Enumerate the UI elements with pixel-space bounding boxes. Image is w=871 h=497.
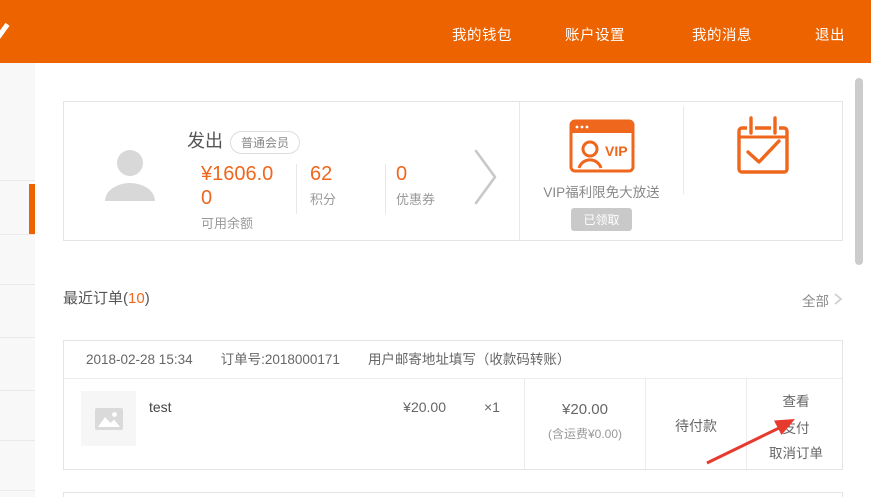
recent-orders-count: 10 <box>128 290 145 307</box>
top-header: 我的钱包 账户设置 我的消息 退出 <box>0 0 871 63</box>
sidebar[interactable] <box>0 63 35 497</box>
points-value: 62 <box>310 162 336 186</box>
vip-icon-text: VIP <box>605 143 628 159</box>
item-unit-price: ¥20.00 <box>374 399 446 415</box>
member-level-badge: 普通会员 <box>230 131 300 154</box>
nav-account-settings[interactable]: 账户设置 <box>565 24 625 45</box>
page: 我的钱包 账户设置 我的消息 退出 发出 普通会员 ¥1606.00 可用余额 … <box>0 0 871 497</box>
sidebar-divider <box>0 180 35 181</box>
sidebar-active-indicator <box>29 184 35 234</box>
balance-value: ¥1606.00 <box>201 162 277 210</box>
order-note: 用户邮寄地址填写（收款码转账） <box>368 352 571 367</box>
signin-panel <box>684 102 842 240</box>
balance-label: 可用余额 <box>201 213 277 232</box>
order-status: 待付款 <box>646 416 746 436</box>
all-orders-link[interactable]: 全部 <box>802 290 829 310</box>
coupons-value: 0 <box>396 162 435 186</box>
order-card: 2018-02-28 15:34 订单号:2018000171 用户邮寄地址填写（收… <box>63 340 843 470</box>
nav-my-messages[interactable]: 我的消息 <box>692 24 752 45</box>
coupons-label: 优惠券 <box>396 189 435 208</box>
username: 发出 <box>187 127 223 153</box>
recent-orders-title: 最近订单(10) <box>63 287 150 308</box>
sidebar-divider <box>0 390 35 391</box>
order-header: 2018-02-28 15:34 订单号:2018000171 用户邮寄地址填写（收… <box>64 341 842 379</box>
nav-my-wallet[interactable]: 我的钱包 <box>452 24 512 45</box>
order-number: 订单号:2018000171 <box>221 352 340 367</box>
next-order-card-partial <box>63 492 843 497</box>
recent-orders-title-prefix: 最近订单( <box>63 290 128 307</box>
nav-logout[interactable]: 退出 <box>815 24 845 45</box>
sidebar-divider <box>0 337 35 338</box>
image-placeholder-icon <box>95 408 123 430</box>
avatar[interactable] <box>101 143 159 201</box>
points-stat[interactable]: 62 积分 <box>310 162 336 208</box>
stat-divider <box>296 164 297 214</box>
vip-claimed-badge[interactable]: 已领取 <box>571 208 631 231</box>
action-view-link[interactable]: 查看 <box>747 390 845 410</box>
item-quantity: ×1 <box>484 399 500 415</box>
sidebar-divider <box>0 490 35 491</box>
action-pay-link[interactable]: 支付 <box>747 417 845 437</box>
vip-promo-icon[interactable]: VIP <box>520 118 683 176</box>
points-label: 积分 <box>310 189 336 208</box>
scrollbar-thumb[interactable] <box>855 78 863 265</box>
sidebar-divider <box>0 440 35 441</box>
chevron-right-small-icon[interactable] <box>833 292 843 306</box>
sidebar-divider <box>0 284 35 285</box>
stat-divider <box>385 164 386 214</box>
calendar-check-icon[interactable] <box>684 114 842 183</box>
recent-orders-title-suffix: ) <box>145 290 150 307</box>
coupons-stat[interactable]: 0 优惠券 <box>396 162 435 208</box>
vip-promo-title: VIP福利限免大放送 <box>520 181 683 201</box>
vip-promo-panel: VIP VIP福利限免大放送 已领取 <box>520 102 683 240</box>
order-time: 2018-02-28 15:34 <box>86 352 193 367</box>
chevron-right-icon[interactable] <box>473 148 499 206</box>
user-summary-card: 发出 普通会员 ¥1606.00 可用余额 62 积分 0 优惠券 <box>63 101 843 241</box>
sidebar-divider <box>0 234 35 235</box>
order-total: ¥20.00 <box>525 401 645 418</box>
action-cancel-order-link[interactable]: 取消订单 <box>747 442 845 462</box>
cell-divider <box>524 379 525 469</box>
logo-fragment-icon <box>0 23 10 45</box>
item-name[interactable]: test <box>149 399 172 415</box>
item-thumbnail[interactable] <box>81 391 136 446</box>
balance-stat[interactable]: ¥1606.00 可用余额 <box>201 162 277 232</box>
shipping-note: (含运费¥0.00) <box>525 425 645 442</box>
